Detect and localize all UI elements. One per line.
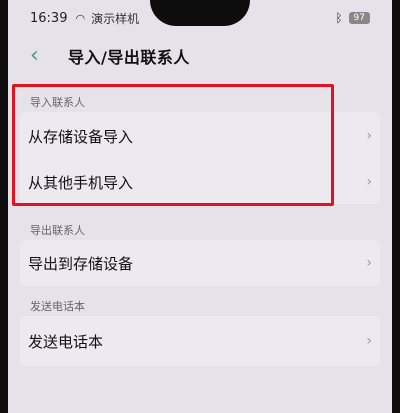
list-item-label: 发送电话本 — [28, 332, 104, 351]
wifi-icon: ◠ — [75, 11, 86, 25]
status-carrier: 演示样机 — [91, 11, 140, 26]
chevron-right-icon: › — [366, 333, 372, 349]
bluetooth-icon: ᛒ — [335, 11, 343, 25]
page-title: 导入/导出联系人 — [68, 48, 190, 67]
section-label-send: 发送电话本 — [30, 300, 85, 313]
device-edge-right — [392, 0, 400, 413]
page-header: ‹ 导入/导出联系人 — [30, 40, 190, 72]
export-to-storage-item[interactable]: 导出到存储设备 › — [28, 243, 372, 283]
status-bar: 16:39 ◠ 演示样机 ᛒ 97 — [30, 8, 370, 28]
send-phonebook-item[interactable]: 发送电话本 › — [28, 321, 372, 361]
chevron-right-icon: › — [366, 174, 372, 190]
list-item-label: 导出到存储设备 — [28, 254, 134, 273]
phone-screen: 16:39 ◠ 演示样机 ᛒ 97 ‹ 导入/导出联系人 导入联系人 从存储设备… — [0, 0, 400, 413]
status-right: ᛒ 97 — [335, 11, 370, 25]
battery-indicator: 97 — [348, 12, 370, 24]
chevron-left-icon[interactable]: ‹ — [30, 45, 52, 67]
highlight-box — [12, 84, 334, 206]
device-edge-left — [0, 0, 8, 413]
status-time: 16:39 — [30, 10, 68, 26]
section-label-export: 导出联系人 — [30, 224, 85, 237]
chevron-right-icon: › — [366, 128, 372, 144]
chevron-right-icon: › — [366, 255, 372, 271]
